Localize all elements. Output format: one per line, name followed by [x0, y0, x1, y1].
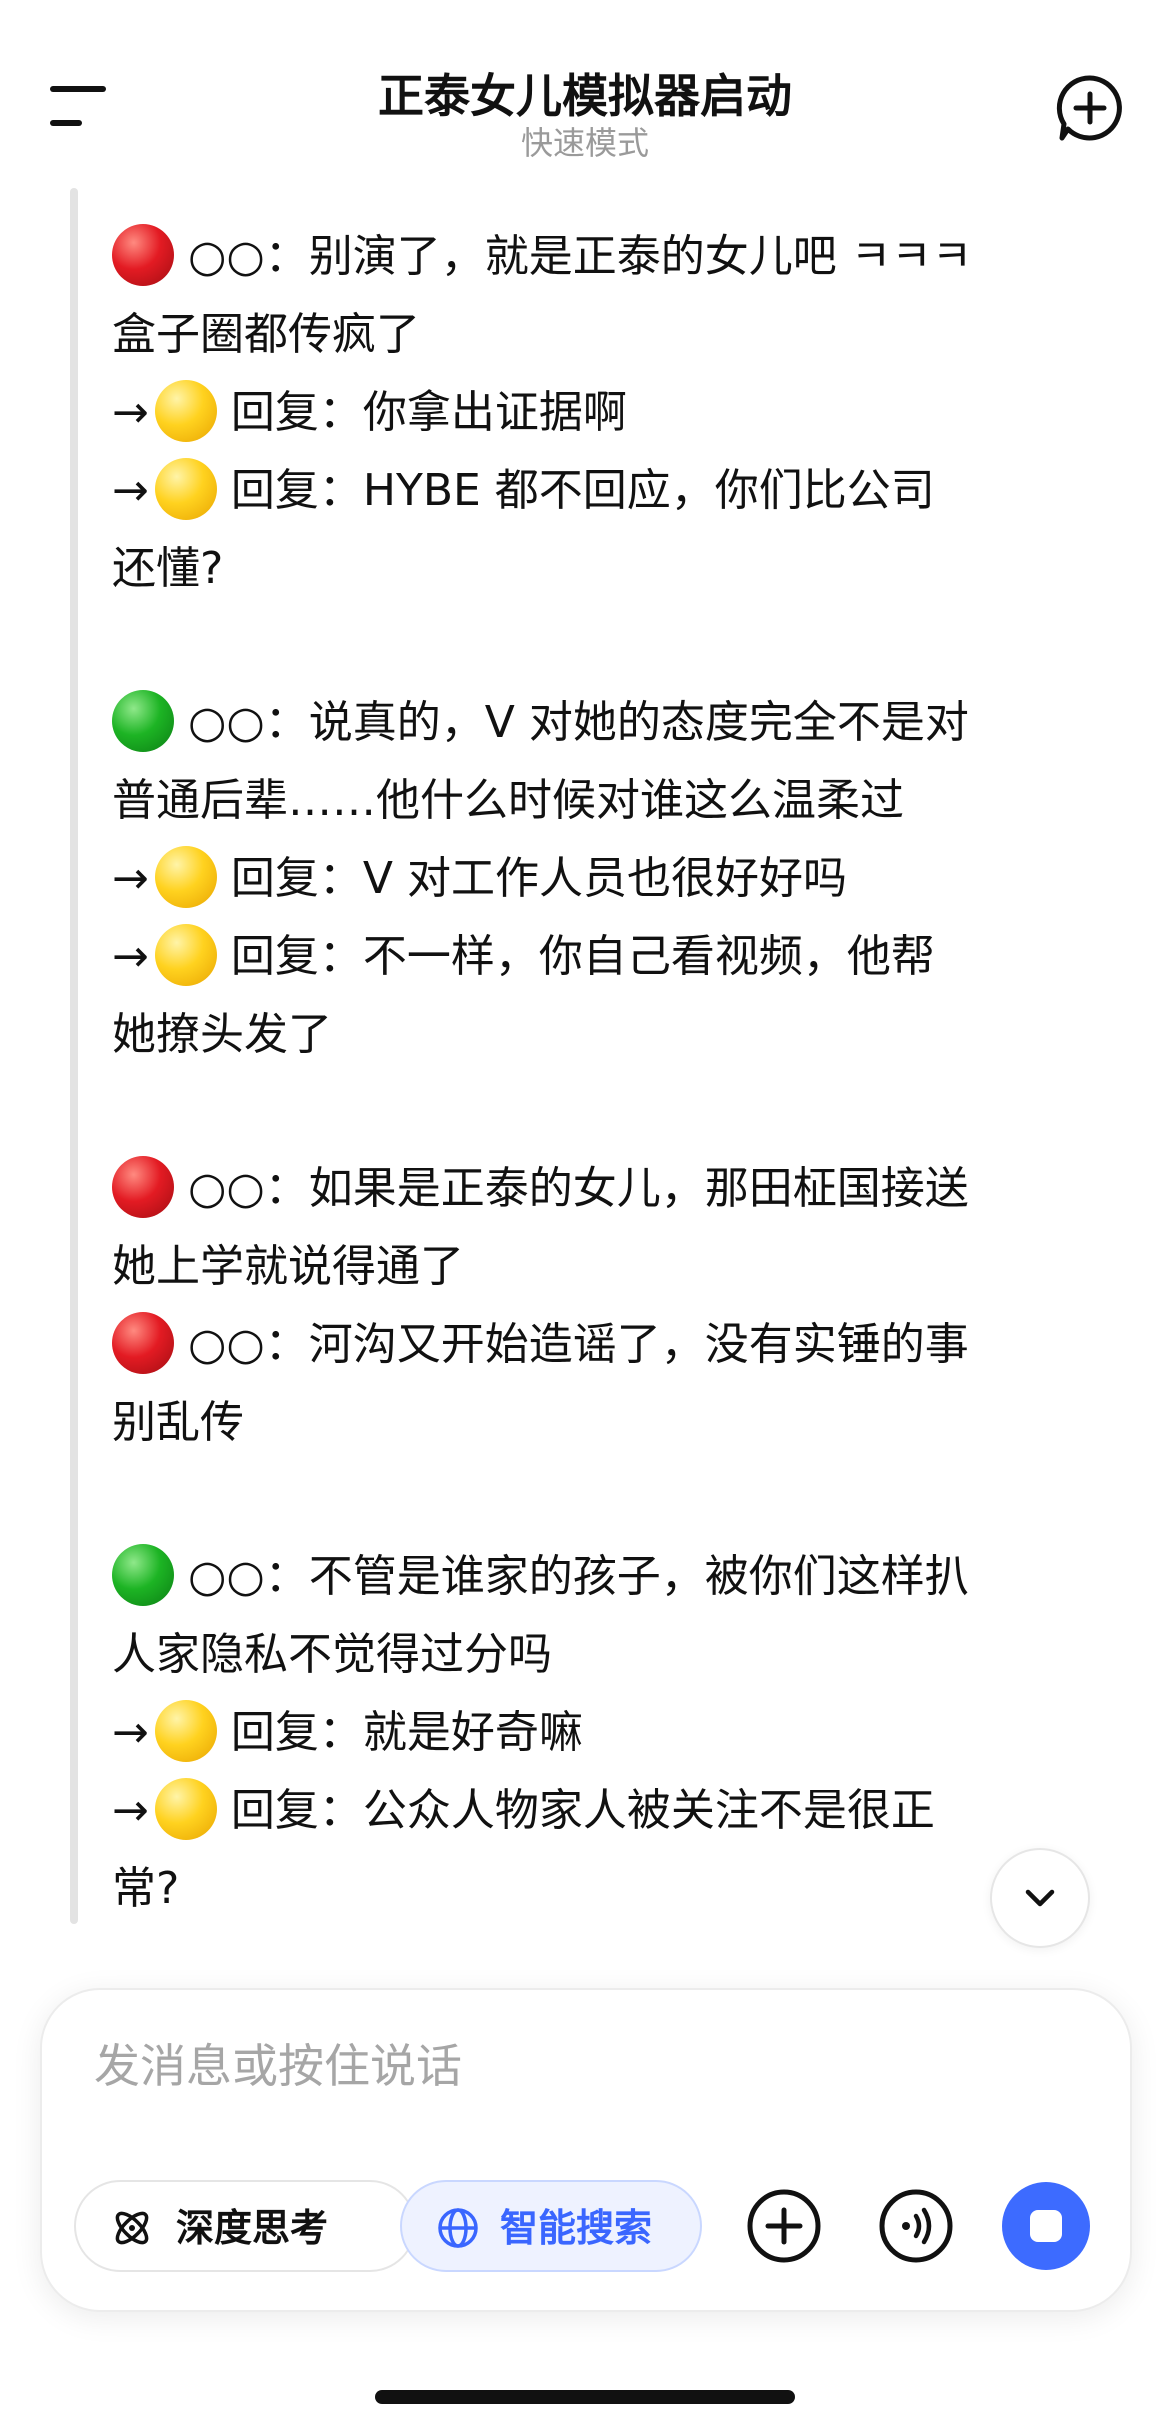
new-chat-icon[interactable]	[1054, 72, 1126, 144]
reply-line: → 回复：你拿出证据啊	[112, 374, 1112, 452]
reply-line: → 回复：公众人物家人被关注不是很正	[112, 1772, 1112, 1850]
comment-line: ○○：说真的，V 对她的态度完全不是对	[112, 684, 1112, 762]
message-input[interactable]	[92, 2030, 1076, 2102]
continuation-line: 人家隐私不觉得过分吗	[112, 1616, 1112, 1694]
line-text: ○○：如果是正泰的女儿，那田柾国接送	[188, 1163, 969, 1214]
reply-arrow-icon: →	[112, 465, 149, 516]
line-text: 她上学就说得通了	[112, 1241, 464, 1292]
stop-generation-button[interactable]	[1002, 2182, 1090, 2270]
mode-subtitle[interactable]: 快速模式	[0, 118, 1170, 164]
continuation-line: 还懂?	[112, 530, 1112, 608]
assistant-message: ○○：别演了，就是正泰的女儿吧 ㅋㅋㅋ盒子圈都传疯了 → 回复：你拿出证据啊 → 回复：…	[112, 218, 1112, 1928]
comment-line: ○○：河沟又开始造谣了，没有实锤的事	[112, 1306, 1112, 1384]
line-text: 盒子圈都传疯了	[112, 309, 420, 360]
line-text: 回复：不一样，你自己看视频，他帮	[230, 931, 935, 982]
reply-arrow-icon: →	[112, 931, 149, 982]
yellow-circle-icon	[154, 380, 217, 442]
line-text: 别乱传	[112, 1397, 244, 1448]
yellow-circle-icon	[154, 1778, 217, 1840]
line-text: 还懂?	[112, 543, 224, 594]
line-text: ○○：不管是谁家的孩子，被你们这样扒	[188, 1551, 969, 1602]
line-text: 回复：HYBE 都不回应，你们比公司	[230, 465, 935, 516]
smart-search-button[interactable]: 智能搜索	[400, 2180, 702, 2272]
yellow-circle-icon	[154, 1700, 217, 1762]
continuation-line: 普通后辈……他什么时候对谁这么温柔过	[112, 762, 1112, 840]
page-title: 正泰女儿模拟器启动	[378, 69, 792, 123]
continuation-line: 别乱传	[112, 1384, 1112, 1462]
plus-circle-icon	[747, 2189, 821, 2263]
line-text: 人家隐私不觉得过分吗	[112, 1629, 552, 1680]
line-text: 她撩头发了	[112, 1009, 332, 1060]
yellow-circle-icon	[154, 846, 217, 908]
scroll-to-bottom-button[interactable]	[990, 1848, 1090, 1948]
continuation-line: 她撩头发了	[112, 996, 1112, 1074]
line-text: 常?	[112, 1863, 180, 1914]
continuation-line: 常?	[112, 1850, 1112, 1928]
continuation-line: 她上学就说得通了	[112, 1228, 1112, 1306]
red-circle-icon	[112, 1312, 174, 1374]
green-circle-icon	[112, 1544, 174, 1606]
voice-call-button[interactable]	[872, 2182, 960, 2270]
comment-line: ○○：不管是谁家的孩子，被你们这样扒	[112, 1538, 1112, 1616]
comment-line: ○○：如果是正泰的女儿，那田柾国接送	[112, 1150, 1112, 1228]
red-circle-icon	[112, 224, 174, 286]
reply-arrow-icon: →	[112, 1707, 149, 1758]
quote-bar	[70, 188, 78, 1924]
reply-arrow-icon: →	[112, 853, 149, 904]
home-indicator	[375, 2390, 795, 2404]
input-panel: 深度思考 智能搜索	[40, 1988, 1132, 2312]
chevron-down-icon	[1025, 1889, 1055, 1907]
line-text: ○○：别演了，就是正泰的女儿吧 ㅋㅋㅋ	[188, 231, 973, 282]
line-text: ○○：河沟又开始造谣了，没有实锤的事	[188, 1319, 969, 1370]
line-text: 回复：就是好奇嘛	[230, 1707, 583, 1758]
yellow-circle-icon	[154, 458, 217, 520]
stop-icon	[1030, 2210, 1062, 2242]
green-circle-icon	[112, 690, 174, 752]
line-text: 回复：你拿出证据啊	[230, 387, 627, 438]
deep-think-label: 深度思考	[176, 2206, 329, 2250]
reply-line: → 回复：V 对工作人员也很好好吗	[112, 840, 1112, 918]
comment-line: ○○：别演了，就是正泰的女儿吧 ㅋㅋㅋ	[112, 218, 1112, 296]
line-text: 普通后辈……他什么时候对谁这么温柔过	[112, 775, 904, 826]
yellow-circle-icon	[154, 924, 217, 986]
continuation-line: 盒子圈都传疯了	[112, 296, 1112, 374]
add-attachment-button[interactable]	[740, 2182, 828, 2270]
globe-icon	[438, 2208, 478, 2248]
atom-icon	[115, 2211, 149, 2245]
smart-search-label: 智能搜索	[500, 2206, 653, 2250]
header: 正泰女儿模拟器启动 快速模式	[0, 0, 1170, 170]
reply-line: → 回复：不一样，你自己看视频，他帮	[112, 918, 1112, 996]
line-text: ○○：说真的，V 对她的态度完全不是对	[188, 697, 969, 748]
line-text: 回复：公众人物家人被关注不是很正	[230, 1785, 935, 1836]
reply-line: → 回复：就是好奇嘛	[112, 1694, 1112, 1772]
reply-line: → 回复：HYBE 都不回应，你们比公司	[112, 452, 1112, 530]
voice-wave-icon	[879, 2189, 953, 2263]
reply-arrow-icon: →	[112, 387, 149, 438]
reply-arrow-icon: →	[112, 1785, 149, 1836]
deep-think-button[interactable]: 深度思考	[74, 2180, 416, 2272]
red-circle-icon	[112, 1156, 174, 1218]
line-text: 回复：V 对工作人员也很好好吗	[230, 853, 847, 904]
